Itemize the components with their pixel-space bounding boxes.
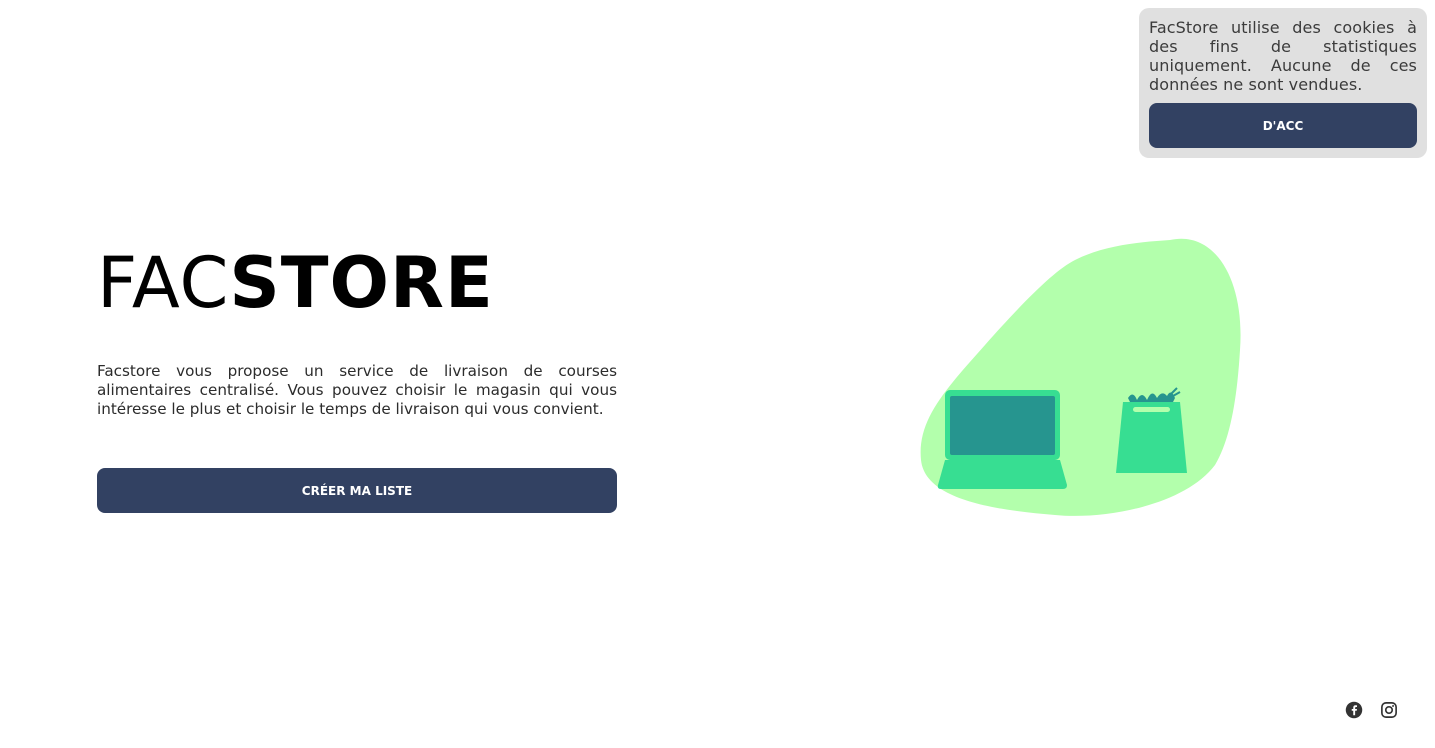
brand-title-bold: STORE — [229, 242, 494, 324]
brand-title-light: FAC — [97, 242, 230, 324]
landing-page: FacStore utilise des cookies à des fins … — [0, 0, 1435, 748]
cookie-message: FacStore utilise des cookies à des fins … — [1149, 18, 1417, 94]
social-links — [1345, 701, 1398, 719]
hero-illustration — [920, 238, 1241, 516]
hero-description: Facstore vous propose un service de livr… — [97, 362, 617, 418]
facebook-icon[interactable] — [1345, 701, 1363, 719]
cookie-accept-button[interactable]: D'ACC — [1149, 103, 1417, 148]
instagram-icon[interactable] — [1380, 701, 1398, 719]
create-list-button[interactable]: CRÉER MA LISTE — [97, 468, 617, 513]
cookie-banner: FacStore utilise des cookies à des fins … — [1139, 8, 1427, 158]
laptop-icon — [937, 390, 1067, 489]
brand-title: FACSTORE — [97, 238, 494, 328]
